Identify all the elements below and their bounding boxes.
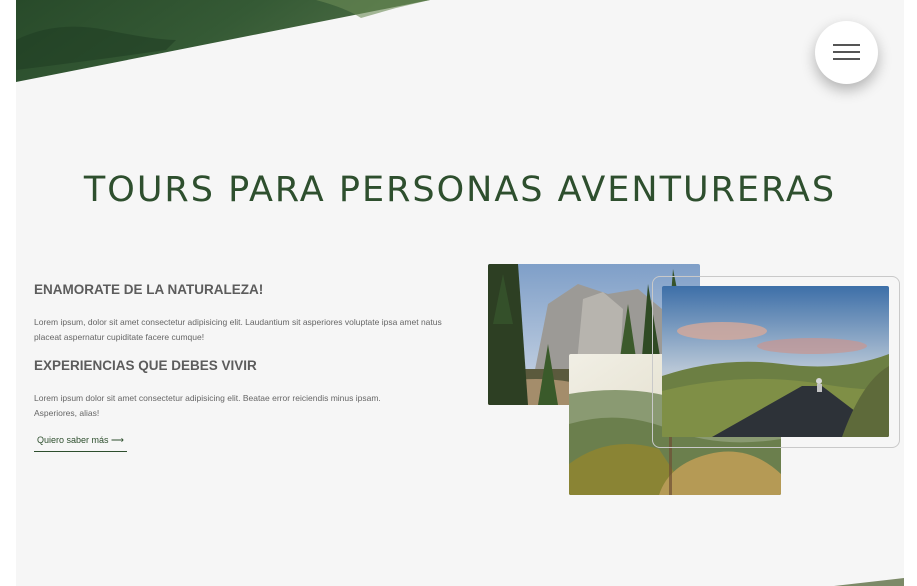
section-heading-nature: ENAMORATE DE LA NATURALEZA!	[34, 282, 264, 297]
hamburger-icon	[833, 44, 860, 46]
section-body-nature: Lorem ipsum, dolor sit amet consectetur …	[34, 317, 442, 342]
hamburger-icon-bar	[833, 58, 860, 60]
corner-accent	[834, 578, 904, 586]
section-heading-experiences: EXPERIENCIAS QUE DEBES VIVIR	[34, 358, 257, 373]
learn-more-link[interactable]: Quiero saber más ⟶	[34, 435, 127, 452]
road-hiker-photo	[662, 286, 889, 437]
page-content: TOURS PARA PERSONAS AVENTURERAS ENAMORAT…	[16, 0, 904, 586]
page-title: TOURS PARA PERSONAS AVENTURERAS	[83, 170, 837, 210]
section-body-experiences: Lorem ipsum dolor sit amet consectetur a…	[34, 393, 381, 418]
hamburger-icon-bar	[833, 51, 860, 53]
menu-button[interactable]	[815, 21, 878, 84]
hero-image-wedge	[16, 0, 430, 82]
